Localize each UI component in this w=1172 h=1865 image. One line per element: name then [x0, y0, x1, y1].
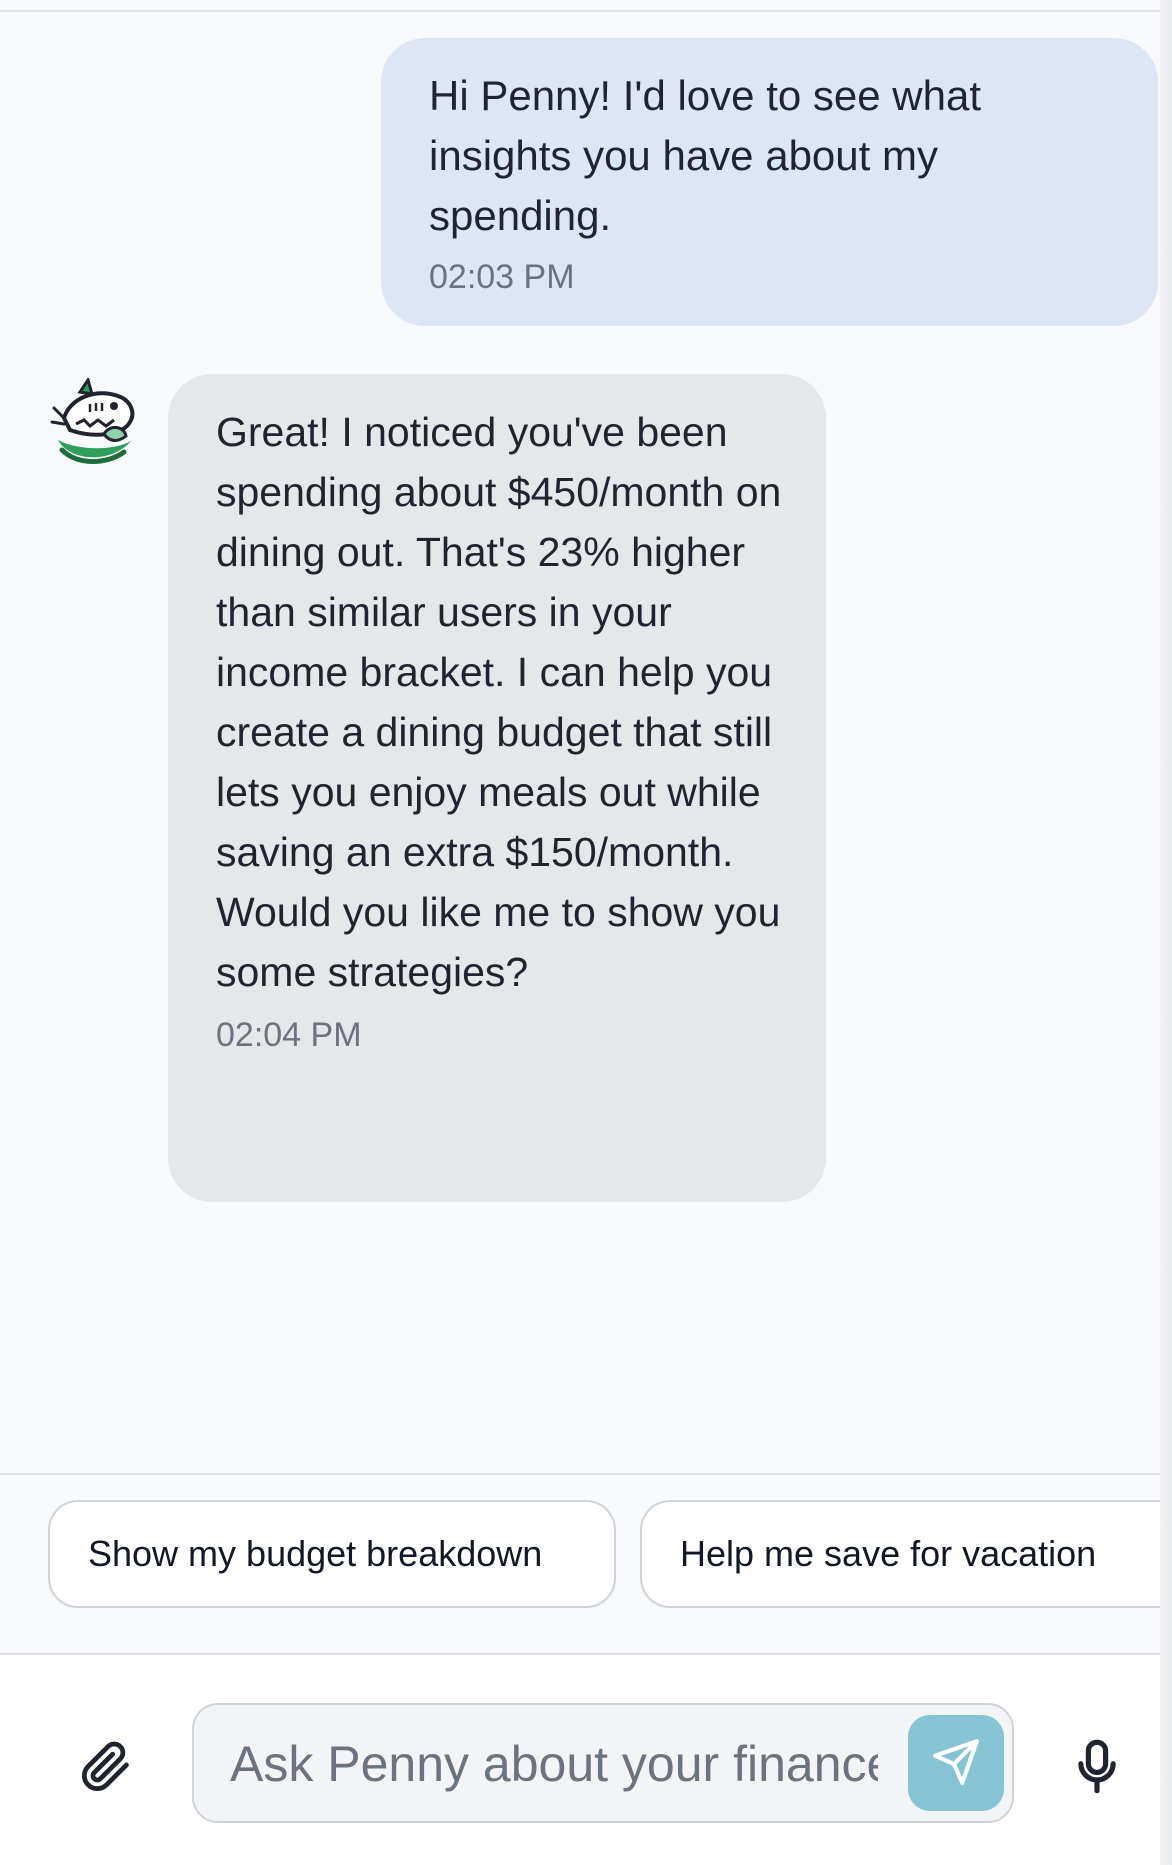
- user-message-text: Hi Penny! I'd love to see what insights …: [429, 72, 981, 239]
- chat-app: Hi Penny! I'd love to see what insights …: [0, 0, 1172, 1865]
- user-message-bubble: Hi Penny! I'd love to see what insights …: [381, 38, 1158, 326]
- microphone-button[interactable]: [1072, 1739, 1122, 1799]
- assistant-message-bubble: Great! I noticed you've been spending ab…: [168, 374, 826, 1202]
- shark-mascot-icon: [50, 376, 140, 468]
- assistant-message-text: Great! I noticed you've been spending ab…: [216, 409, 782, 995]
- assistant-message-time: 02:04 PM: [216, 1016, 362, 1054]
- paperclip-icon: [80, 1741, 132, 1798]
- message-input-box[interactable]: [192, 1703, 1014, 1823]
- suggestion-chip-save-vacation[interactable]: Help me save for vacation: [640, 1500, 1160, 1608]
- suggestion-chip-budget-breakdown[interactable]: Show my budget breakdown: [48, 1500, 616, 1608]
- microphone-icon: [1075, 1739, 1119, 1800]
- attach-button[interactable]: [78, 1741, 134, 1797]
- scrollbar-track[interactable]: [1160, 0, 1172, 1865]
- message-input[interactable]: [230, 1725, 878, 1803]
- composer-bar: [0, 1655, 1160, 1865]
- user-message-time: 02:03 PM: [429, 258, 575, 296]
- send-button[interactable]: [908, 1715, 1004, 1811]
- suggestion-chips[interactable]: Show my budget breakdown Help me save fo…: [0, 1475, 1172, 1653]
- paper-plane-icon: [931, 1737, 981, 1790]
- message-list[interactable]: Hi Penny! I'd love to see what insights …: [0, 0, 1160, 1472]
